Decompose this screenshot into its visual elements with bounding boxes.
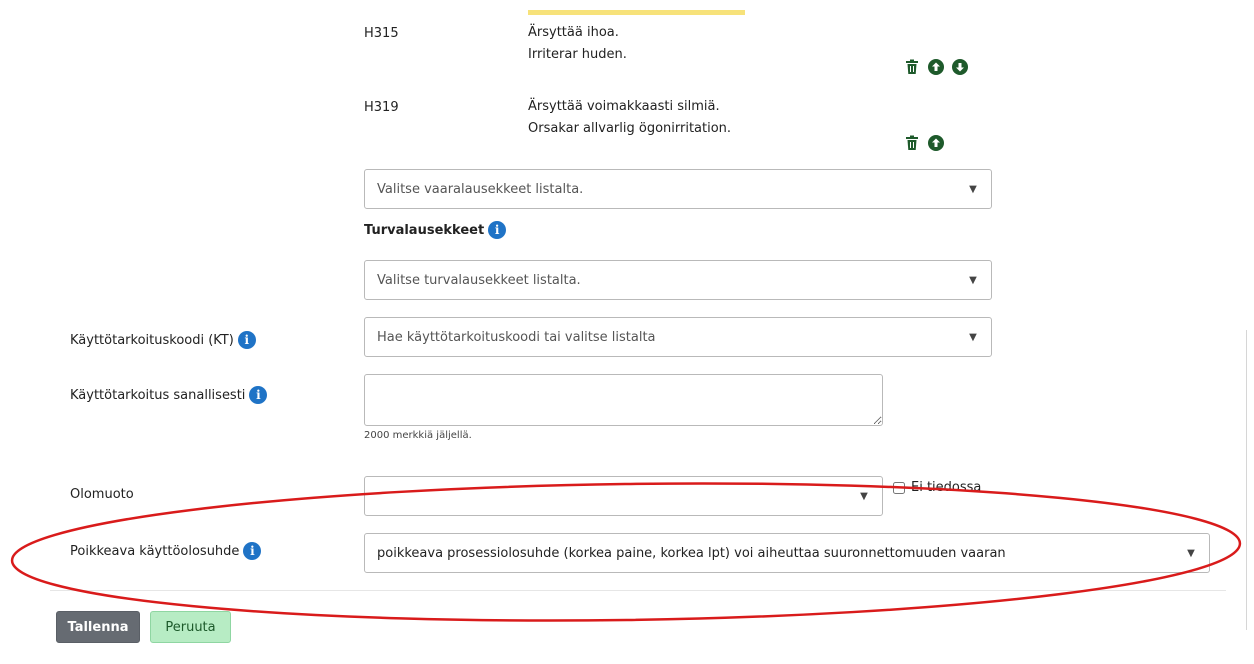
hazard-text-fi: Ärsyttää ihoa. [528,25,619,40]
hazard-statements-select[interactable]: Valitse vaaralausekkeet listalta. ▼ [364,169,992,209]
use-code-label-text: Käyttötarkoituskoodi (KT) [70,332,234,348]
trash-icon[interactable] [903,134,921,152]
exception-select[interactable]: poikkeava prosessiolosuhde (korkea paine… [364,533,1210,573]
hazard-code-h315: H315 [364,26,399,41]
hazard-text-sv: Irriterar huden. [528,47,627,62]
arrow-up-circle-icon[interactable] [927,134,945,152]
select-placeholder: Valitse turvalausekkeet listalta. [377,272,581,288]
cancel-button[interactable]: Peruuta [150,611,231,643]
use-code-select[interactable]: Hae käyttötarkoituskoodi tai valitse lis… [364,317,992,357]
unknown-checkbox-wrap: Ei tiedossa [893,480,981,495]
exception-label-text: Poikkeava käyttöolosuhde [70,543,240,559]
save-button[interactable]: Tallenna [56,611,140,643]
highlight-bar [528,10,745,15]
use-text-label: Käyttötarkoitus sanallisesti i [70,386,268,404]
hazard-text-sv: Orsakar allvarlig ögonirritation. [528,121,732,136]
caret-down-icon: ▼ [860,490,868,502]
hazard-actions-h315 [903,58,969,76]
unknown-checkbox[interactable] [893,481,905,494]
safety-statements-select[interactable]: Valitse turvalausekkeet listalta. ▼ [364,260,992,300]
info-icon[interactable]: i [249,386,268,404]
info-icon[interactable]: i [488,221,507,239]
caret-down-icon: ▼ [1187,547,1195,559]
hazard-text-h315: Ärsyttää ihoa. Irriterar huden. [528,22,627,66]
info-icon[interactable]: i [243,542,262,560]
select-placeholder: Valitse vaaralausekkeet listalta. [377,181,584,197]
arrow-up-circle-icon[interactable] [927,58,945,76]
info-icon[interactable]: i [237,331,256,349]
select-placeholder: Hae käyttötarkoituskoodi tai valitse lis… [377,329,656,345]
hazard-code-h319: H319 [364,100,399,115]
form-divider [50,590,1226,591]
hazard-text-fi: Ärsyttää voimakkaasti silmiä. [528,99,720,114]
unknown-checkbox-label: Ei tiedossa [911,480,982,495]
select-value: poikkeava prosessiolosuhde (korkea paine… [377,545,1006,561]
characters-remaining: 2000 merkkiä jäljellä. [364,430,472,441]
use-code-label: Käyttötarkoituskoodi (KT) i [70,331,256,349]
exception-label: Poikkeava käyttöolosuhde i [70,542,262,560]
trash-icon[interactable] [903,58,921,76]
caret-down-icon: ▼ [969,331,977,343]
scrollbar-track [1246,330,1247,630]
physical-form-label-text: Olomuoto [70,487,134,502]
physical-form-label: Olomuoto [70,487,134,502]
hazard-text-h319: Ärsyttää voimakkaasti silmiä. Orsakar al… [528,96,731,140]
arrow-down-circle-icon[interactable] [951,58,969,76]
safety-statements-title: Turvalausekkeet [364,222,485,238]
physical-form-select[interactable]: ▼ [364,476,883,516]
use-text-textarea[interactable] [364,374,883,426]
hazard-actions-h319 [903,134,945,152]
safety-statements-heading: Turvalausekkeet i [364,221,507,239]
use-text-label-text: Käyttötarkoitus sanallisesti [70,387,246,403]
caret-down-icon: ▼ [969,274,977,286]
caret-down-icon: ▼ [969,183,977,195]
